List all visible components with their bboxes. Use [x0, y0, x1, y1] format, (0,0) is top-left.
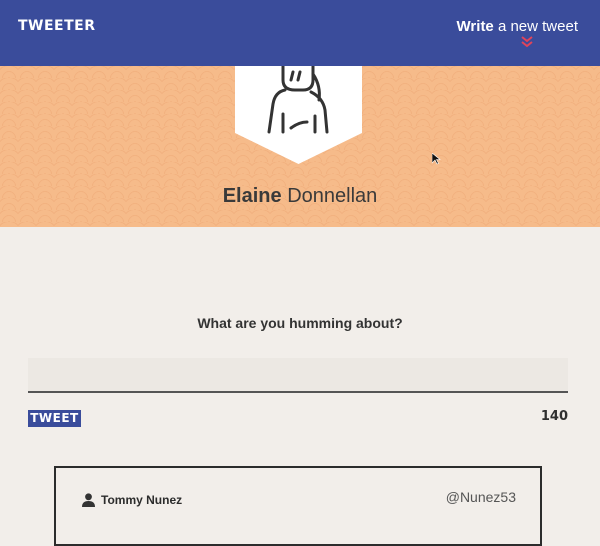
tweet-author-handle: @Nunez53: [445, 489, 516, 505]
write-tweet-bold: Write: [456, 18, 494, 35]
profile-first-name: Elaine: [222, 185, 282, 207]
profile-banner: Elaine Donnellan: [0, 66, 600, 227]
char-counter: 140: [540, 409, 568, 424]
user-icon: [82, 493, 95, 507]
tweet-submit-button[interactable]: TWEET: [28, 410, 81, 427]
brand-logo[interactable]: TWEETER: [18, 18, 96, 34]
write-tweet-link[interactable]: Write a new tweet: [457, 18, 578, 35]
compose-prompt: What are you humming about?: [197, 315, 403, 331]
mouse-cursor-icon: [432, 153, 441, 165]
top-nav: TWEETER Write a new tweet: [0, 0, 600, 66]
tweet-author-name: Tommy Nunez: [101, 493, 183, 507]
double-chevron-down-icon[interactable]: [519, 36, 535, 48]
user-avatar-icon: [235, 66, 362, 164]
write-tweet-rest: a new tweet: [493, 18, 578, 35]
tweet-card: Tommy Nunez @Nunez53: [54, 466, 542, 546]
profile-name: Elaine Donnellan: [0, 185, 600, 208]
tweet-textarea[interactable]: [28, 358, 568, 393]
profile-last-name: Donnellan: [281, 185, 378, 207]
